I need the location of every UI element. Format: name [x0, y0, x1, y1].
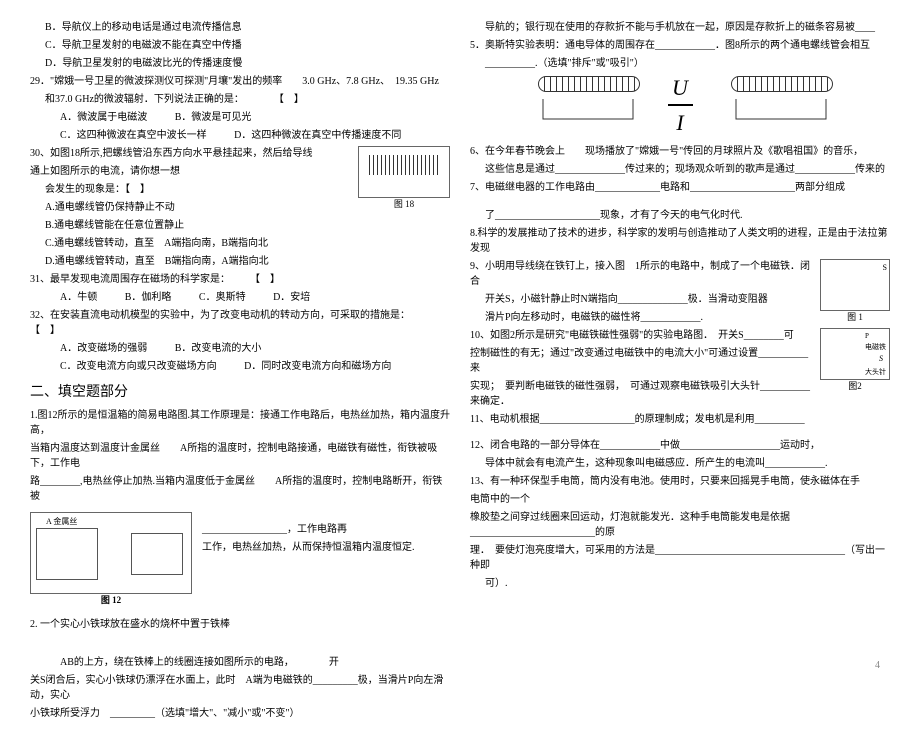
fill-1d: _________________，工作电路再 — [202, 522, 450, 537]
solenoid-figure-row: U I — [470, 76, 890, 139]
r10e: 可）. — [470, 576, 890, 591]
denominator-i: I — [668, 106, 693, 139]
r10b: 电筒中的一个 — [470, 492, 890, 507]
q29-b: B．微波是可见光 — [175, 112, 252, 123]
q29-stem: 29．"嫦娥一号卫星的微波探测仪可探测"月壤"发出的频率 3.0 GHz、7.8… — [30, 74, 450, 89]
q28-choice-c: C．导航卫星发射的电磁波不能在真空中传播 — [30, 38, 450, 53]
r3: 6、在今年春节晚会上 现场播放了"嫦娥一号"传回的月球照片及《歌唱祖国》的音乐， — [470, 144, 890, 159]
solenoid-right — [731, 76, 831, 136]
q32-c: C．改变电流方向或只改变磁场方向 — [60, 361, 217, 372]
q31-a: A．牛顿 — [60, 292, 97, 303]
q29-d: D．这四种微波在真空中传播速度不同 — [234, 130, 401, 141]
r2b: __________.（选填"排斥"或"吸引"） — [470, 56, 890, 71]
q32-b: B．改变电流的大小 — [175, 343, 262, 354]
q31-choices: A．牛顿 B．伽利略 C．奥斯特 D．安培 — [30, 290, 450, 305]
r4: 7、电磁继电器的工作电路由_____________电路和___________… — [470, 180, 890, 195]
right-column: 导航的；银行现在使用的存款折不能与手机放在一起，原因是存款折上的磁条容易被___… — [470, 20, 890, 724]
section-fill-title: 二、填空题部分 — [30, 382, 450, 403]
r1: 导航的；银行现在使用的存款折不能与手机放在一起，原因是存款折上的磁条容易被___… — [470, 20, 890, 35]
q28-choice-d: D．导航卫星发射的电磁波比光的传播速度慢 — [30, 56, 450, 71]
r10d: 理． 要使灯泡亮度增大，可采用的方法是_____________________… — [470, 543, 890, 573]
fill-1-side-text: _________________，工作电路再 工作，电热丝加热，从而保持恒温箱… — [192, 507, 450, 599]
q31-c: C．奥斯特 — [199, 292, 246, 303]
page-number: 4 — [875, 658, 880, 673]
r9b: 导体中就会有电流产生，这种现象叫电磁感应．所产生的电流叫____________… — [470, 456, 890, 471]
fill-1c: 路________,电热丝停止加热.当箱内温度低于金属丝 A所指的温度时，控制电… — [30, 474, 450, 504]
fill-1e: 工作，电热丝加热，从而保持恒温箱内温度恒定. — [202, 540, 450, 555]
figure-18 — [358, 146, 450, 198]
q32-stem: 32、在安装直流电动机模型的实验中，为了改变电动机的转动方向，可采取的措施是： … — [30, 308, 450, 338]
q31-b: B．伽利略 — [125, 292, 172, 303]
q32-cd: C．改变电流方向或只改变磁场方向 D．同时改变电流方向和磁场方向 — [30, 359, 450, 374]
fill-2a: 2. 一个实心小铁球放在盛水的烧杯中置于铁棒 — [30, 617, 450, 632]
q31-d: D．安培 — [273, 292, 310, 303]
fill-1b: 当箱内温度达到温度计金属丝 A所指的温度时，控制电路接通，电磁铁有磁性，衔铁被吸… — [30, 441, 450, 471]
q30-b: B.通电螺线管能在任意位置静止 — [30, 218, 450, 233]
q32-d: D．同时改变电流方向和磁场方向 — [244, 361, 391, 372]
figure-2: P电磁铁 S 大头针 图2 — [820, 328, 890, 394]
figure-1-label: 图 1 — [820, 311, 890, 325]
q29-line2: 和37.0 GHz的微波辐射．下列说法正确的是： 【 】 — [30, 92, 450, 107]
fill-2d: 小铁球所受浮力 _________（选填"增大"、"减小"或"不变"） — [30, 706, 450, 721]
q30-d: D.通电螺线管转动，直至 B端指向南，A端指向北 — [30, 254, 450, 269]
q30-c: C.通电螺线管转动，直至 A端指向南，B端指向北 — [30, 236, 450, 251]
r2: 5．奥斯特实验表明：通电导体的周围存在____________．图8所示的两个通… — [470, 38, 890, 53]
solenoid-left — [538, 76, 638, 136]
q28-choice-b: B．导航仪上的移动电话是通过电流传播信息 — [30, 20, 450, 35]
figure-1: S 图 1 — [820, 259, 890, 325]
fill-1-figure-row: A 金属丝 _________________，工作电路再 工作，电热丝加热，从… — [30, 507, 450, 599]
fill-2b: AB的上方，绕在铁棒上的线圈连接如图所示的电路， 开 — [30, 655, 450, 670]
fraction-ui: U I — [668, 71, 693, 139]
fill-2c: 关S闭合后，实心小铁球仍漂浮在水面上，此时 A端为电磁铁的_________极，… — [30, 673, 450, 703]
q29-a: A．微波属于电磁波 — [60, 112, 147, 123]
r8: 11、电动机根据___________________的原理制成；发电机是利用_… — [470, 412, 890, 427]
numerator-u: U — [668, 71, 693, 106]
r10: 13、有一种环保型手电筒，筒内没有电池。使用时，只要来回摇晃手电筒，使永磁体在手 — [470, 474, 890, 489]
r5b: 8.科学的发展推动了技术的进步，科学家的发明与创造推动了人类文明的进程，正是由于… — [470, 226, 890, 256]
q32-a: A．改变磁场的强弱 — [60, 343, 147, 354]
figure-12: A 金属丝 — [30, 512, 192, 594]
q29-choices-ab: A．微波属于电磁波 B．微波是可见光 — [30, 110, 450, 125]
q31-stem: 31、最早发现电流周围存在磁场的科学家是： 【 】 — [30, 272, 450, 287]
r10c: 橡胶垫之间穿过线圈来回运动，灯泡就能发光．这种手电筒能发电是依据________… — [470, 510, 890, 540]
q29-c: C．这四种微波在真空中波长一样 — [60, 130, 207, 141]
r5: 了_____________________现象，才有了今天的电气化时代. — [470, 208, 890, 223]
fill-1a: 1.图12所示的是恒温箱的简易电路图.其工作原理是：接通工作电路后，电热丝加热，… — [30, 408, 450, 438]
q29-choices-cd: C．这四种微波在真空中波长一样 D．这四种微波在真空中传播速度不同 — [30, 128, 450, 143]
r9: 12、闭合电路的一部分导体在____________中做____________… — [470, 438, 890, 453]
q32-ab: A．改变磁场的强弱 B．改变电流的大小 — [30, 341, 450, 356]
figure-2-label: 图2 — [820, 380, 890, 394]
r3b: 这些信息是通过______________传过来的；现场观众听到的歌声是通过__… — [470, 162, 890, 177]
left-column: B．导航仪上的移动电话是通过电流传播信息 C．导航卫星发射的电磁波不能在真空中传… — [30, 20, 450, 724]
